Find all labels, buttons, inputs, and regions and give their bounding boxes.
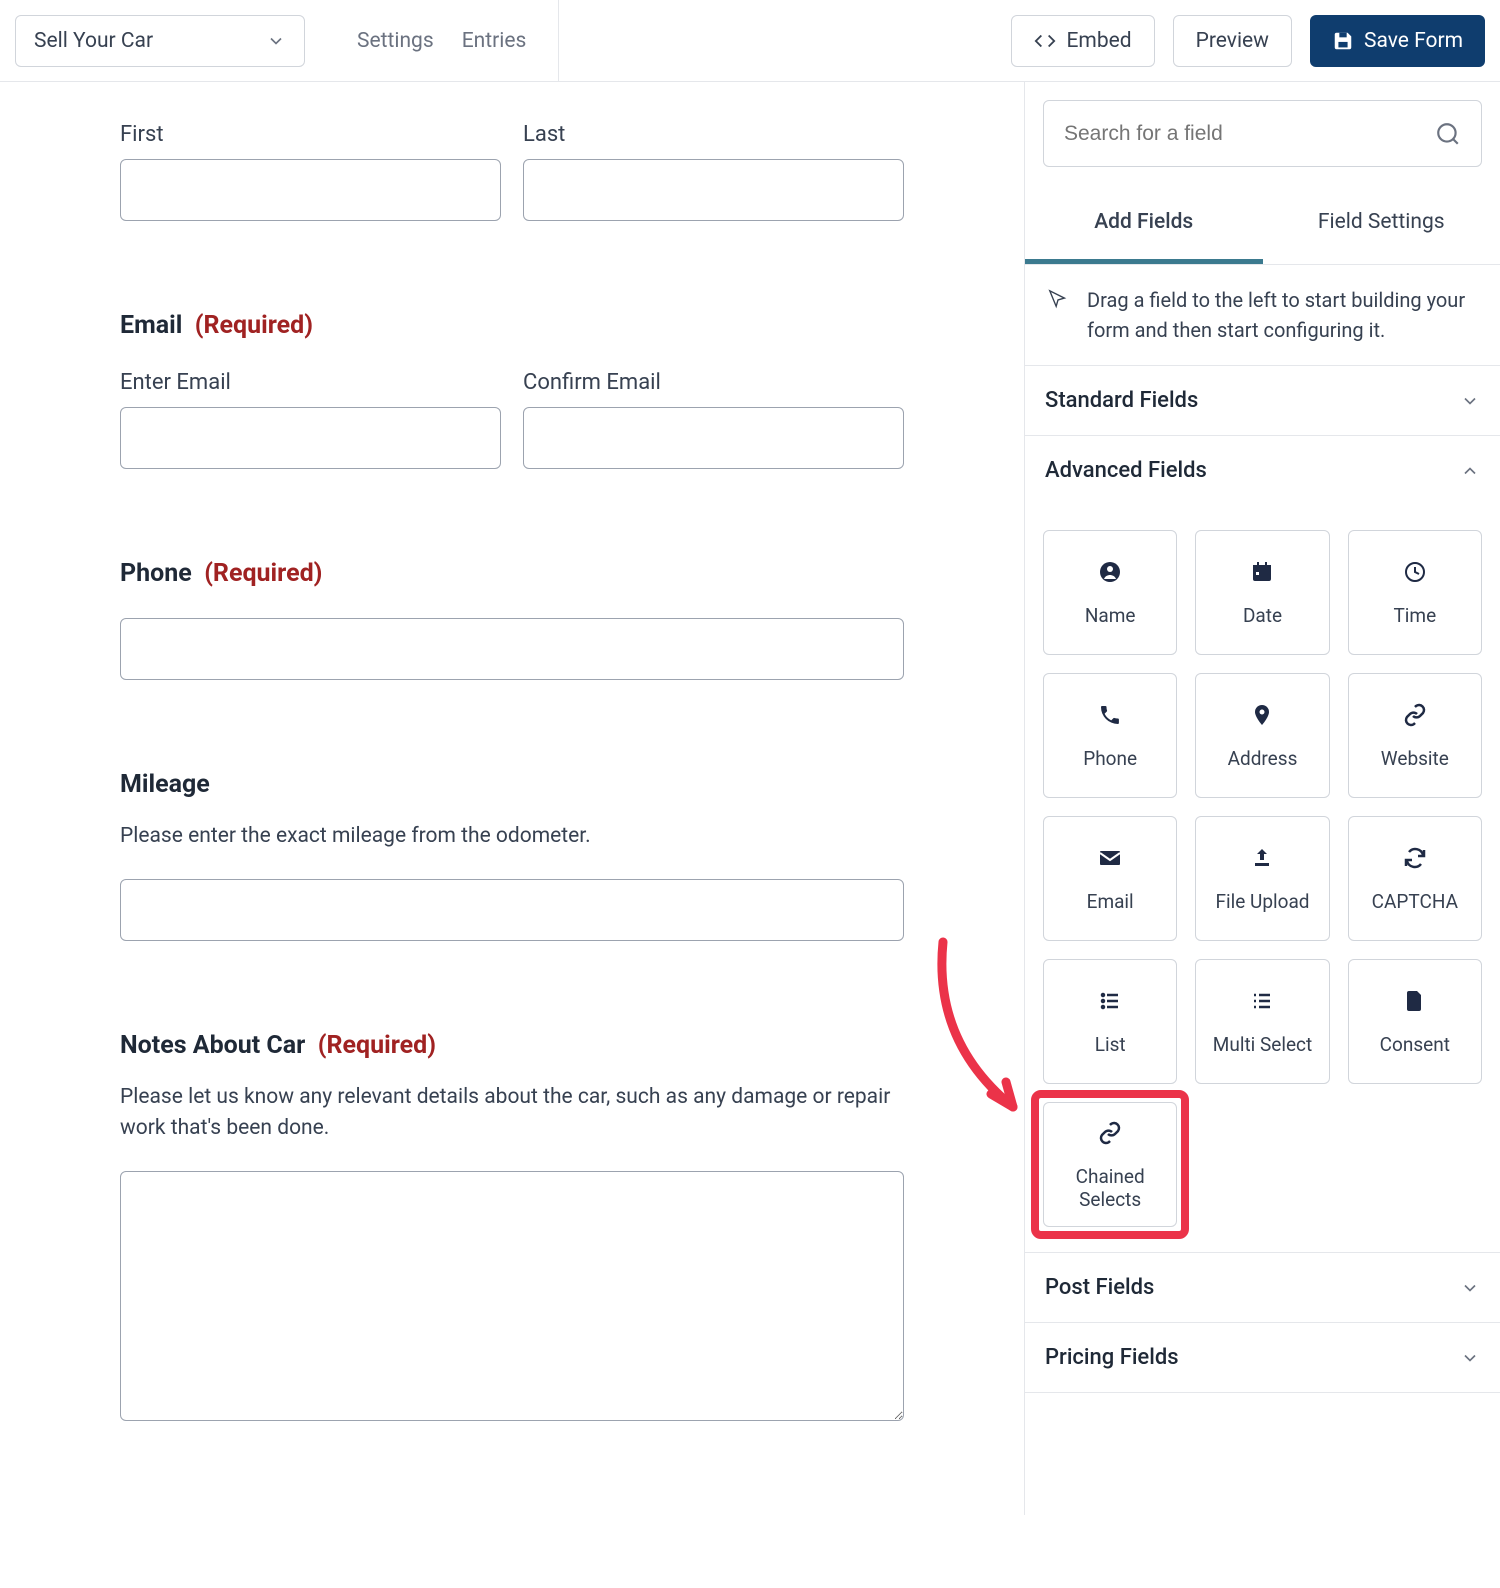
mileage-field-block: Mileage Please enter the exact mileage f… (120, 770, 904, 941)
refresh-icon (1401, 844, 1429, 872)
field-card-label: Name (1085, 604, 1136, 627)
code-icon (1034, 30, 1056, 52)
phone-label: Phone (120, 559, 192, 588)
field-card-time[interactable]: Time (1348, 530, 1482, 655)
pin-icon (1248, 701, 1276, 729)
notes-label: Notes About Car (120, 1031, 305, 1060)
field-card-label: Website (1381, 747, 1449, 770)
email-icon (1096, 844, 1124, 872)
doc-icon (1401, 987, 1429, 1015)
search-input[interactable] (1064, 122, 1435, 146)
sidebar: Add Fields Field Settings Drag a field t… (1025, 82, 1500, 1515)
phone-field-block: Phone (Required) (120, 559, 904, 680)
name-field-block: First Last (120, 122, 904, 221)
confirm-email-label: Confirm Email (523, 370, 904, 395)
field-card-multi-select[interactable]: Multi Select (1195, 959, 1329, 1084)
form-selector-label: Sell Your Car (34, 29, 153, 53)
link-icon (1401, 701, 1429, 729)
cursor-icon (1047, 288, 1069, 310)
field-card-file-upload[interactable]: File Upload (1195, 816, 1329, 941)
form-selector[interactable]: Sell Your Car (15, 15, 305, 67)
mileage-input[interactable] (120, 879, 904, 941)
field-card-label: File Upload (1215, 890, 1309, 913)
field-card-consent[interactable]: Consent (1348, 959, 1482, 1084)
chain-icon (1096, 1119, 1124, 1147)
mileage-label: Mileage (120, 770, 210, 799)
required-badge: (Required) (204, 559, 322, 588)
phone-input[interactable] (120, 618, 904, 680)
notes-description: Please let us know any relevant details … (120, 1082, 904, 1145)
required-badge: (Required) (318, 1031, 436, 1060)
phone-icon (1096, 701, 1124, 729)
multi-icon (1248, 987, 1276, 1015)
field-card-label: Address (1228, 747, 1298, 770)
confirm-email-input[interactable] (523, 407, 904, 469)
tab-field-settings[interactable]: Field Settings (1263, 185, 1500, 264)
date-icon (1248, 558, 1276, 586)
tab-add-fields[interactable]: Add Fields (1025, 185, 1263, 264)
first-name-input[interactable] (120, 159, 501, 221)
list-icon (1096, 987, 1124, 1015)
preview-button[interactable]: Preview (1173, 15, 1292, 67)
drag-hint: Drag a field to the left to start buildi… (1025, 265, 1500, 366)
field-card-label: Consent (1380, 1033, 1450, 1056)
email-label: Email (120, 311, 182, 340)
field-card-label: Chained Selects (1044, 1165, 1176, 1211)
field-card-address[interactable]: Address (1195, 673, 1329, 798)
notes-textarea[interactable] (120, 1171, 904, 1421)
chevron-down-icon (1460, 1278, 1480, 1298)
email-field-block: Email (Required) Enter Email Confirm Ema… (120, 311, 904, 469)
person-icon (1096, 558, 1124, 586)
section-advanced-header[interactable]: Advanced Fields (1025, 436, 1500, 505)
search-field-box[interactable] (1043, 100, 1482, 167)
section-standard-fields: Standard Fields (1025, 366, 1500, 436)
section-post-header[interactable]: Post Fields (1025, 1253, 1500, 1322)
field-card-label: Date (1243, 604, 1282, 627)
enter-email-label: Enter Email (120, 370, 501, 395)
search-icon (1435, 121, 1461, 147)
enter-email-input[interactable] (120, 407, 501, 469)
field-card-label: Phone (1083, 747, 1137, 770)
field-card-label: Time (1393, 604, 1436, 627)
notes-field-block: Notes About Car (Required) Please let us… (120, 1031, 904, 1425)
save-icon (1332, 30, 1354, 52)
tab-entries[interactable]: Entries (462, 29, 527, 53)
section-advanced-fields: Advanced Fields Name Date Time Phone Address… (1025, 436, 1500, 1253)
field-card-phone[interactable]: Phone (1043, 673, 1177, 798)
clock-icon (1401, 558, 1429, 586)
section-standard-header[interactable]: Standard Fields (1025, 366, 1500, 435)
form-canvas[interactable]: First Last Email (Required) Enter Email (0, 82, 1025, 1515)
field-card-label: List (1095, 1033, 1126, 1056)
chevron-down-icon (1460, 391, 1480, 411)
chevron-down-icon (1460, 1348, 1480, 1368)
upload-icon (1248, 844, 1276, 872)
field-card-label: Email (1087, 890, 1134, 913)
tab-settings[interactable]: Settings (357, 29, 434, 53)
field-card-email[interactable]: Email (1043, 816, 1177, 941)
field-card-label: CAPTCHA (1372, 890, 1458, 913)
last-name-label: Last (523, 122, 904, 147)
last-name-input[interactable] (523, 159, 904, 221)
section-pricing-header[interactable]: Pricing Fields (1025, 1323, 1500, 1392)
field-card-captcha[interactable]: CAPTCHA (1348, 816, 1482, 941)
field-card-list[interactable]: List (1043, 959, 1177, 1084)
field-card-label: Multi Select (1213, 1033, 1312, 1056)
section-pricing-fields: Pricing Fields (1025, 1323, 1500, 1393)
first-name-label: First (120, 122, 501, 147)
field-card-name[interactable]: Name (1043, 530, 1177, 655)
save-form-button[interactable]: Save Form (1310, 15, 1485, 67)
chevron-down-icon (266, 31, 286, 51)
chevron-up-icon (1460, 461, 1480, 481)
field-card-date[interactable]: Date (1195, 530, 1329, 655)
embed-button[interactable]: Embed (1011, 15, 1154, 67)
field-card-website[interactable]: Website (1348, 673, 1482, 798)
section-post-fields: Post Fields (1025, 1253, 1500, 1323)
field-card-chained-selects[interactable]: Chained Selects (1043, 1102, 1177, 1227)
mileage-description: Please enter the exact mileage from the … (120, 821, 904, 853)
required-badge: (Required) (195, 311, 313, 340)
